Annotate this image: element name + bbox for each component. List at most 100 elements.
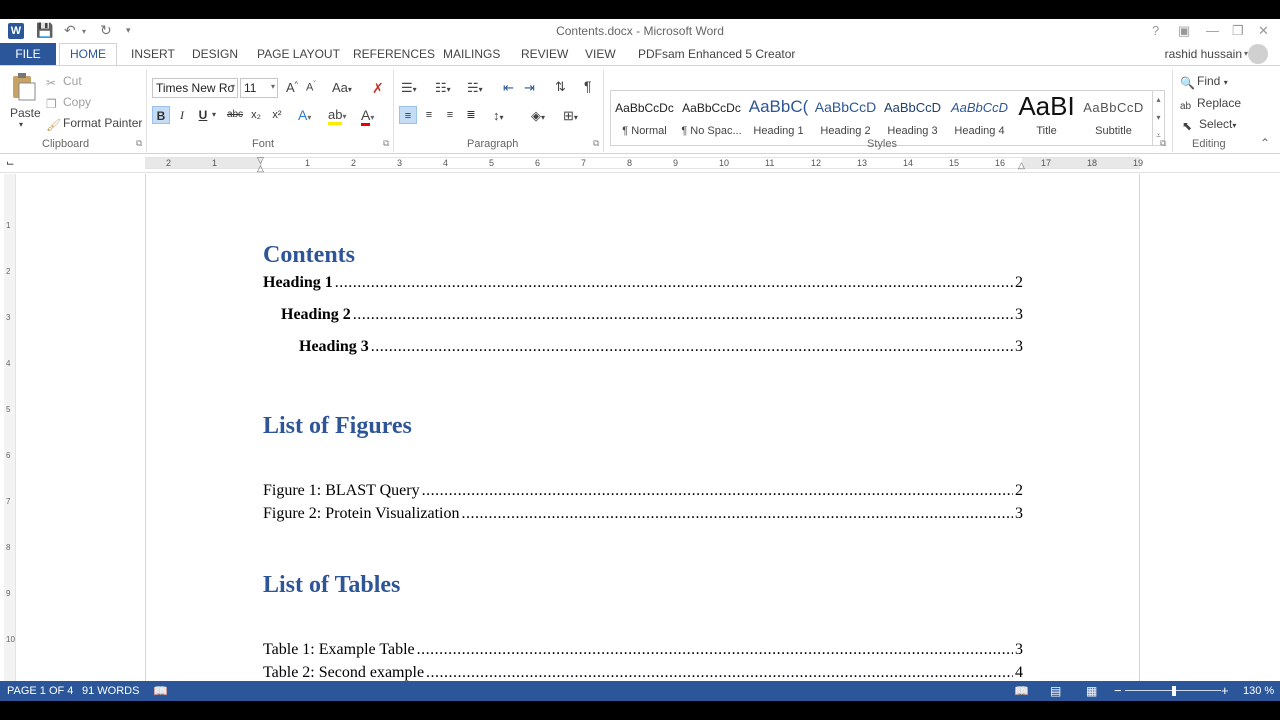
increase-indent-icon[interactable]: ⇥ [524, 80, 535, 96]
minimize-icon[interactable]: — [1206, 23, 1219, 38]
ribbon-display-icon[interactable]: ▣ [1178, 23, 1190, 39]
copy-button[interactable]: ❐ Copy [46, 95, 91, 111]
change-case-icon[interactable]: Aa▾ [332, 80, 352, 95]
align-right-button[interactable]: ≡ [441, 106, 459, 124]
format-painter-button[interactable]: 🖌 Format Painter [46, 116, 142, 132]
collapse-ribbon-icon[interactable]: ⌃ [1260, 136, 1270, 150]
tab-design[interactable]: DESIGN [192, 47, 238, 61]
zoom-out-icon[interactable]: − [1114, 683, 1122, 698]
table-entry[interactable]: Table 2: Second example ................… [263, 664, 1023, 681]
user-name[interactable]: rashid hussain [1165, 47, 1242, 61]
table-entry[interactable]: Table 1: Example Table .................… [263, 641, 1023, 663]
clipboard-launcher-icon[interactable]: ⧉ [136, 138, 142, 149]
tab-insert[interactable]: INSERT [131, 47, 175, 61]
shrink-font-icon[interactable]: Aˇ [306, 81, 316, 94]
highlight-icon[interactable]: ab▾ [328, 107, 346, 125]
bold-button[interactable]: B [152, 106, 170, 124]
paste-button[interactable]: Paste [10, 106, 41, 120]
sort-icon[interactable]: ⇅ [555, 79, 566, 95]
zoom-in-icon[interactable]: + [1221, 683, 1229, 698]
word-count[interactable]: 91 WORDS [82, 685, 139, 697]
tab-references[interactable]: REFERENCES [353, 47, 435, 61]
figure-entry[interactable]: Figure 1: BLAST Query ..................… [263, 482, 1023, 504]
styles-launcher-icon[interactable]: ⧉ [1160, 138, 1166, 149]
styles-scrollbar[interactable]: ▴ ▾ ⩡ [1152, 91, 1164, 145]
print-layout-icon[interactable]: ▤ [1050, 684, 1061, 698]
text-effects-icon[interactable]: A▾ [298, 107, 311, 123]
style-heading-1[interactable]: AaBbC( Heading 1 [745, 91, 812, 145]
help-icon[interactable]: ? [1152, 23, 1159, 38]
tab-home[interactable]: HOME [59, 43, 117, 66]
document-page[interactable]: Contents Heading 1 .....................… [145, 174, 1140, 681]
chevron-up-icon[interactable]: ▴ [1153, 91, 1164, 109]
figure-entry[interactable]: Figure 2: Protein Visualization ........… [263, 505, 1023, 527]
horizontal-ruler[interactable]: ⌙ 2 1 1 2 3 4 5 6 7 8 9 10 11 12 13 14 1… [0, 155, 1280, 173]
justify-button[interactable]: ≣ [462, 106, 480, 124]
tab-page-layout[interactable]: PAGE LAYOUT [257, 47, 340, 61]
paragraph-group-label: Paragraph [467, 138, 519, 150]
right-indent-marker[interactable]: △ [1018, 160, 1025, 171]
bullets-icon[interactable]: ☰▾ [401, 80, 417, 96]
style-normal[interactable]: AaBbCcDc ¶ Normal [611, 91, 678, 145]
zoom-slider-thumb[interactable] [1172, 686, 1176, 696]
font-name-box[interactable]: Times New Ro ▾ [152, 78, 238, 98]
web-layout-icon[interactable]: ▦ [1086, 684, 1097, 698]
paste-dropdown-icon[interactable]: ▾ [19, 120, 23, 129]
align-left-button[interactable]: ≡ [399, 106, 417, 124]
paragraph-launcher-icon[interactable]: ⧉ [593, 138, 599, 149]
superscript-button[interactable]: x² [268, 106, 286, 124]
style-no-spacing[interactable]: AaBbCcDc ¶ No Spac... [678, 91, 745, 145]
toc-entry[interactable]: Heading 3 ..............................… [299, 338, 1023, 360]
tab-pdfsam[interactable]: PDFsam Enhanced 5 Creator [638, 47, 795, 61]
page-count[interactable]: PAGE 1 OF 4 [7, 685, 73, 697]
proofing-icon[interactable]: 📖 [153, 684, 168, 698]
font-color-icon[interactable]: A▾ [361, 107, 374, 126]
tab-review[interactable]: REVIEW [521, 47, 568, 61]
chevron-down-icon[interactable]: ▾ [1153, 109, 1164, 127]
tab-file[interactable]: FILE [0, 43, 56, 65]
select-button[interactable]: ⬉ Select▾ [1182, 117, 1237, 133]
ruler-number: 5 [489, 158, 495, 168]
zoom-level[interactable]: 130 % [1243, 685, 1274, 697]
style-title[interactable]: AaBI Title [1013, 91, 1080, 145]
toc-entry[interactable]: Heading 2 ..............................… [281, 306, 1023, 328]
cut-button[interactable]: ✂ Cut [46, 74, 82, 90]
style-heading-4[interactable]: AaBbCcD Heading 4 [946, 91, 1013, 145]
replace-button[interactable]: ab Replace [1180, 96, 1241, 113]
hanging-indent-marker[interactable]: △ [257, 163, 264, 174]
underline-dropdown-icon[interactable]: ▾ [212, 110, 216, 119]
paste-icon[interactable] [8, 72, 38, 102]
style-heading-2[interactable]: AaBbCcD Heading 2 [812, 91, 879, 145]
restore-icon[interactable]: ❐ [1232, 23, 1244, 39]
tab-view[interactable]: VIEW [585, 47, 616, 61]
shading-icon[interactable]: ◈▾ [531, 108, 545, 124]
toc-entry[interactable]: Heading 1 ..............................… [263, 274, 1023, 296]
strikethrough-button[interactable]: abc [226, 106, 244, 124]
borders-icon[interactable]: ⊞▾ [563, 108, 578, 124]
numbering-icon[interactable]: ☷▾ [435, 80, 451, 96]
multilevel-list-icon[interactable]: ☵▾ [467, 80, 483, 96]
vertical-ruler[interactable]: 1 2 3 4 5 6 7 8 9 10 [4, 174, 16, 681]
font-size-box[interactable]: 11 ▾ [240, 78, 278, 98]
read-mode-icon[interactable]: 📖 [1014, 684, 1029, 698]
tab-mailings[interactable]: MAILINGS [443, 47, 500, 61]
decrease-indent-icon[interactable]: ⇤ [503, 80, 514, 96]
grow-font-icon[interactable]: A^ [286, 80, 298, 95]
subscript-button[interactable]: x₂ [247, 106, 265, 124]
style-heading-3[interactable]: AaBbCcD Heading 3 [879, 91, 946, 145]
pilcrow-icon[interactable]: ¶ [584, 78, 592, 94]
close-icon[interactable]: ✕ [1258, 23, 1269, 39]
tab-selector-icon[interactable]: ⌙ [6, 158, 14, 169]
clear-formatting-icon[interactable]: ✗ [372, 80, 384, 97]
line-spacing-icon[interactable]: ↕▾ [493, 108, 504, 123]
font-launcher-icon[interactable]: ⧉ [383, 138, 389, 149]
underline-button[interactable]: U [194, 106, 212, 124]
chevron-down-icon: ▾ [1232, 121, 1237, 130]
avatar[interactable] [1248, 44, 1268, 64]
align-center-button[interactable]: ≡ [420, 106, 438, 124]
italic-button[interactable]: I [173, 106, 191, 124]
style-preview: AaBbC( [748, 97, 809, 116]
style-subtitle[interactable]: AaBbCcD Subtitle [1080, 91, 1147, 145]
find-button[interactable]: 🔍 Find ▾ [1180, 74, 1228, 90]
vruler-number: 9 [6, 589, 11, 598]
